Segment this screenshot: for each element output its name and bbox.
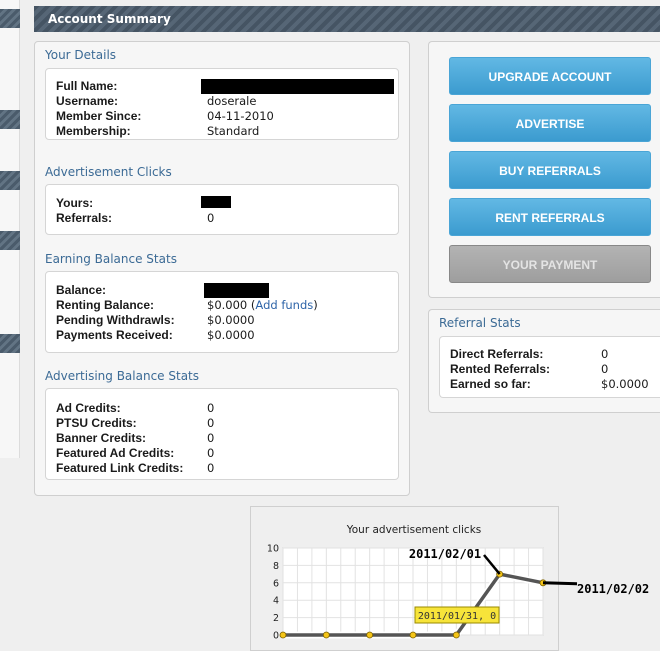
data-point <box>409 631 417 639</box>
y-tick-label: 10 <box>267 544 279 555</box>
data-point <box>366 631 374 639</box>
ad-clicks-chart: Your advertisement clicks 0 2 4 6 8 10 2011/0… <box>267 524 649 642</box>
tooltip-text: 2011/01/31, 0 <box>418 611 496 622</box>
y-tick-label: 8 <box>273 561 279 572</box>
data-point <box>322 631 330 639</box>
callout-line <box>542 581 578 586</box>
y-tick-label: 0 <box>273 631 279 642</box>
y-tick-label: 2 <box>273 613 279 624</box>
data-point <box>279 631 287 639</box>
y-tick-label: 4 <box>273 596 279 607</box>
annotation-right: 2011/02/02 <box>577 582 649 596</box>
data-point <box>452 631 460 639</box>
annotation-top: 2011/02/01 <box>409 547 481 561</box>
y-tick-label: 6 <box>273 578 279 589</box>
chart-title: Your advertisement clicks <box>346 524 482 536</box>
